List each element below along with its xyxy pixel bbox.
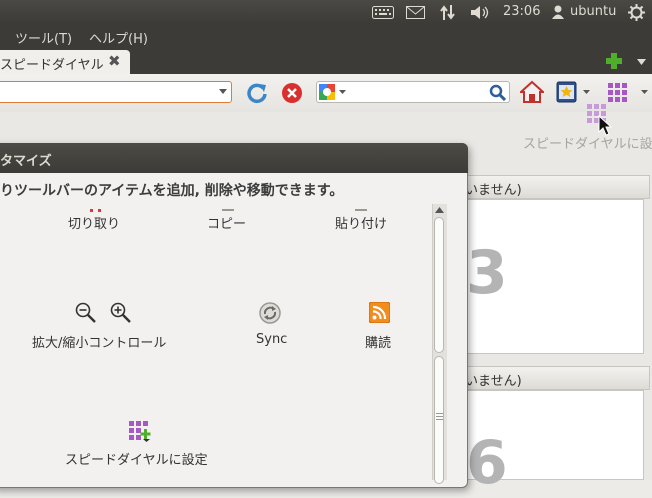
keyboard-icon[interactable]	[372, 6, 394, 19]
item-label-paste[interactable]: 貼り付け	[335, 213, 387, 232]
item-label-cut[interactable]: 切り取り	[68, 213, 120, 232]
stop-icon[interactable]	[281, 82, 303, 104]
url-input[interactable]	[0, 81, 232, 103]
home-icon[interactable]	[520, 80, 544, 104]
clock[interactable]: 23:06	[503, 0, 540, 24]
tab-label: スピードダイヤル	[0, 58, 104, 73]
tile-number: 6	[466, 428, 508, 498]
dialog-title: タマイズ	[0, 154, 52, 169]
speed-dial-add-icon[interactable]	[129, 421, 151, 442]
power-icon[interactable]	[628, 4, 645, 21]
item-label-copy[interactable]: コピー	[207, 213, 246, 232]
item-label-subscribe[interactable]: 購読	[365, 332, 391, 351]
item-label-sync[interactable]: Sync	[256, 332, 287, 347]
zoom-in-icon[interactable]	[110, 302, 132, 324]
item-label-speed-dial[interactable]: スピードダイヤルに設定	[65, 449, 208, 468]
speed-dial-tile-header: いません)	[462, 175, 650, 199]
menu-tools[interactable]: ツール(T)	[15, 28, 72, 47]
menu-help[interactable]: ヘルプ(H)	[89, 28, 148, 47]
dialog-instruction: りツールバーのアイテムを追加, 削除や移動できます。	[0, 183, 344, 199]
sync-icon[interactable]	[258, 301, 282, 325]
new-tab-plus-icon[interactable]	[606, 53, 622, 69]
user-icon	[552, 5, 564, 19]
tab-list-arrow-icon[interactable]	[637, 59, 646, 65]
search-engine-icon[interactable]	[319, 84, 335, 100]
url-history-arrow-icon[interactable]	[219, 89, 227, 94]
zoom-out-icon[interactable]	[75, 302, 97, 324]
volume-icon[interactable]	[470, 5, 490, 20]
speed-dial-grid-icon[interactable]	[608, 83, 628, 103]
speed-dial-hint-label: スピードダイヤルに設	[523, 137, 652, 152]
bookmark-arrow-icon[interactable]	[583, 90, 590, 94]
menu-bar: ツール(T) ヘルプ(H)	[0, 24, 652, 50]
tab-close-icon[interactable]: ✖	[108, 52, 121, 70]
top-panel: 23:06 ubuntu	[0, 0, 652, 24]
search-icon[interactable]	[489, 84, 506, 101]
speed-dial-tile-header: いません)	[462, 366, 650, 390]
mail-icon[interactable]	[406, 6, 425, 19]
rss-feed-icon[interactable]	[369, 302, 390, 323]
tile-number: 3	[466, 238, 508, 308]
user-name[interactable]: ubuntu	[570, 0, 616, 24]
reload-icon[interactable]	[246, 82, 268, 104]
dialog-title-bar[interactable]	[0, 143, 468, 173]
scroll-up-arrow-icon[interactable]	[435, 207, 444, 213]
scroll-grip-icon	[436, 413, 443, 420]
paste-icon[interactable]	[354, 209, 368, 212]
speed-dial-arrow-icon[interactable]	[641, 90, 648, 94]
bookmark-star-icon[interactable]	[555, 80, 579, 104]
network-icon[interactable]	[440, 4, 456, 21]
copy-icon[interactable]	[221, 209, 235, 212]
item-label-zoom[interactable]: 拡大/縮小コントロール	[32, 332, 166, 351]
search-engine-arrow-icon[interactable]	[339, 90, 346, 94]
scrollbar-thumb[interactable]	[434, 217, 444, 353]
